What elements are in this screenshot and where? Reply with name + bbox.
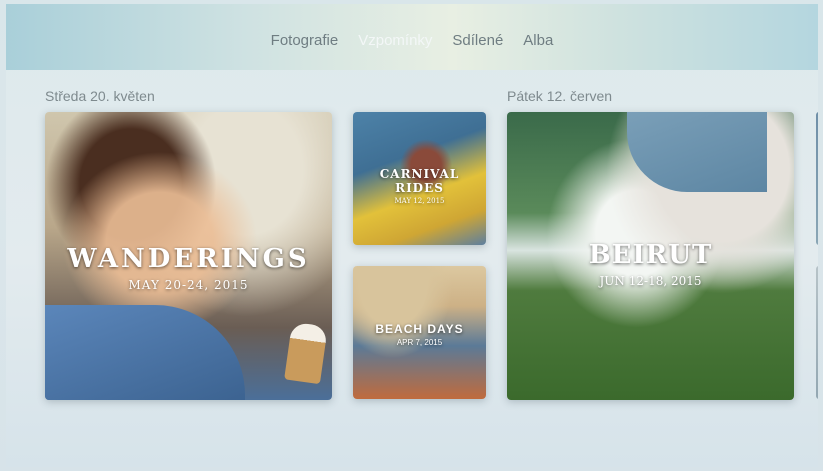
photo-detail (627, 112, 767, 192)
section-date-title: Středa 20. květen (45, 88, 155, 104)
memory-title: CARNIVAL RIDES (379, 167, 460, 195)
memory-caption: BEIRUT JUN 12-18, 2015 (507, 240, 794, 288)
tab-sdilene[interactable]: Sdílené (452, 32, 503, 49)
tab-alba[interactable]: Alba (523, 32, 553, 49)
memory-card-carnival-rides[interactable]: CARNIVAL RIDES MAY 12, 2015 (353, 112, 486, 245)
memory-caption: WANDERINGS MAY 20-24, 2015 (45, 244, 332, 292)
next-memory-card-peek[interactable] (816, 266, 818, 399)
memory-caption: BEACH DAYS APR 7, 2015 (353, 322, 486, 347)
photo-detail (284, 321, 328, 385)
next-memory-card-peek[interactable] (816, 112, 818, 245)
memory-date: JUN 12-18, 2015 (599, 274, 702, 288)
photo-detail (45, 305, 245, 400)
memory-title: BEACH DAYS (375, 322, 464, 336)
memory-title: BEIRUT (588, 240, 713, 270)
memory-date: MAY 20-24, 2015 (128, 278, 249, 292)
memory-date: MAY 12, 2015 (394, 197, 445, 205)
tab-bar: Fotografie Vzpomínky Sdílené Alba (6, 32, 818, 49)
memory-card-beach-days[interactable]: BEACH DAYS APR 7, 2015 (353, 266, 486, 399)
memory-date: APR 7, 2015 (396, 338, 443, 347)
memory-title: WANDERINGS (67, 244, 310, 274)
tv-photos-screen: Fotografie Vzpomínky Sdílené Alba Středa… (6, 4, 818, 467)
tab-vzpominky[interactable]: Vzpomínky (358, 32, 432, 49)
memory-caption: CARNIVAL RIDES MAY 12, 2015 (353, 167, 486, 205)
top-navigation-bar: Fotografie Vzpomínky Sdílené Alba (6, 4, 818, 70)
tab-fotografie[interactable]: Fotografie (271, 32, 339, 49)
memory-card-wanderings[interactable]: WANDERINGS MAY 20-24, 2015 (45, 112, 332, 400)
section-date-title: Pátek 12. červen (507, 88, 613, 104)
memory-card-beirut[interactable]: BEIRUT JUN 12-18, 2015 (507, 112, 794, 400)
